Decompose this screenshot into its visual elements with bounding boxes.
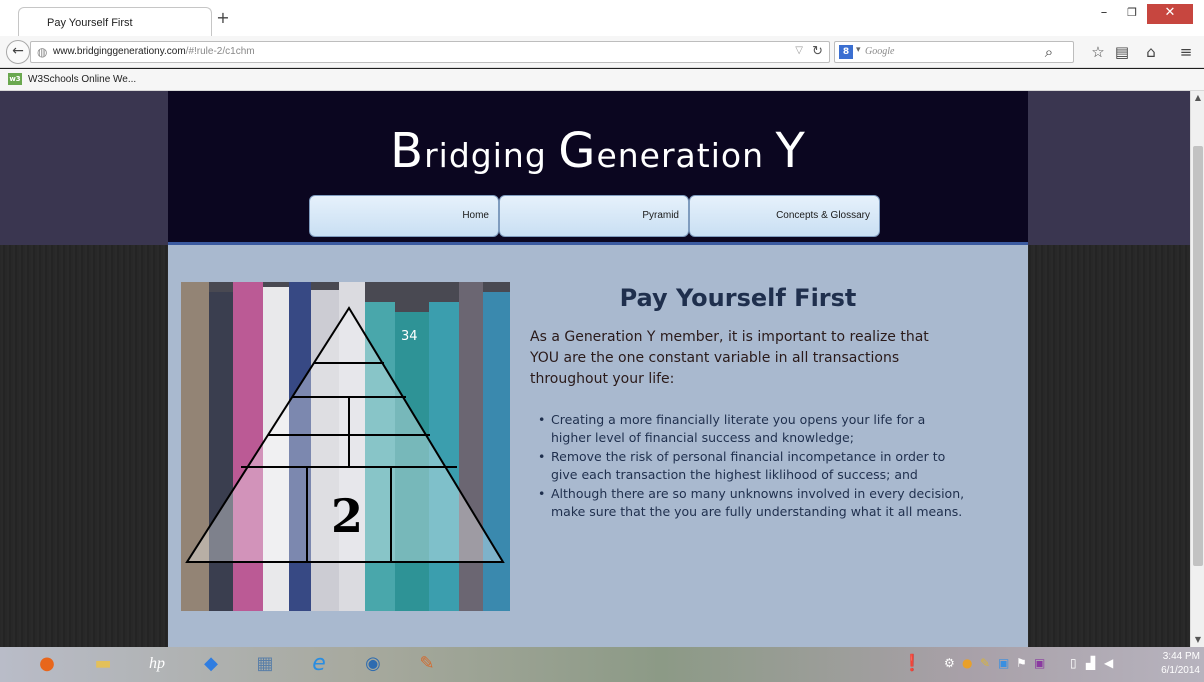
search-engine-icon[interactable]: 8 (839, 45, 853, 59)
page-title: Pay Yourself First (619, 284, 857, 312)
nav-pyramid-button[interactable]: Pyramid (499, 195, 689, 237)
site-title: Bridging Generation Y (198, 123, 998, 179)
firefox-icon[interactable]: ● (32, 649, 62, 679)
title-part-1: ridging (424, 136, 559, 175)
rocket-icon[interactable]: ◆ (196, 649, 226, 679)
navigation-toolbar: ← ◍ www.bridginggenerationy.com/#!rule-2… (0, 36, 1204, 68)
bookmark-w3schools[interactable]: W3Schools Online We... (28, 74, 136, 85)
url-text: www.bridginggenerationy.com/#!rule-2/c1c… (53, 46, 255, 57)
scroll-down-icon[interactable]: ▼ (1191, 633, 1204, 647)
pyramid-level-number: 2 (331, 489, 363, 543)
list-item: Remove the risk of personal financial in… (538, 448, 968, 484)
title-letter-y: Y (775, 123, 806, 179)
nav-concepts-glossary-button[interactable]: Concepts & Glossary (689, 195, 880, 237)
book-spine-number: 34 (401, 329, 418, 344)
w3schools-favicon-icon: w3 (8, 73, 22, 85)
signal-icon[interactable]: ▟ (1086, 656, 1095, 670)
main-content: 34 2 Pay Yourself First As a Generation … (168, 245, 1028, 647)
pyramid-books-image: 34 2 (181, 282, 510, 611)
active-tab[interactable]: Pay Yourself First (18, 7, 212, 36)
new-tab-button[interactable]: + (214, 10, 232, 26)
url-path: /#!rule-2/c1chm (185, 46, 255, 57)
home-icon[interactable]: ⌂ (1141, 43, 1161, 61)
hp-icon[interactable]: hp (142, 649, 172, 679)
nav-home-button[interactable]: Home (309, 195, 499, 237)
tray-tools-icon[interactable]: ⚙ (944, 656, 955, 670)
url-bar[interactable]: ◍ www.bridginggenerationy.com/#!rule-2/c… (30, 41, 830, 63)
file-explorer-icon[interactable]: ▬ (88, 649, 118, 679)
search-placeholder: Google (865, 46, 895, 57)
back-arrow-icon[interactable]: ← (6, 40, 30, 64)
reload-icon[interactable]: ↻ (812, 44, 823, 59)
site-identity-icon[interactable]: ◍ (37, 45, 47, 59)
internet-explorer-icon[interactable]: e (304, 649, 334, 679)
title-letter-b: B (390, 123, 425, 179)
reading-list-icon[interactable]: ▤ (1112, 43, 1132, 61)
alert-icon[interactable]: ❗ (902, 653, 922, 672)
paint-icon[interactable]: ✎ (412, 649, 442, 679)
url-domain: www.bridginggenerationy.com (53, 46, 186, 57)
network-globe-icon[interactable]: ◉ (358, 649, 388, 679)
intro-paragraph: As a Generation Y member, it is importan… (530, 329, 929, 387)
tray-app-icon[interactable]: ● (962, 656, 972, 670)
tray-grid-icon[interactable]: ▣ (998, 656, 1009, 670)
scroll-up-icon[interactable]: ▲ (1191, 91, 1204, 105)
battery-icon[interactable]: ▯ (1070, 656, 1077, 670)
tab-bar: Pay Yourself First + – ❐ ✕ (0, 0, 1204, 36)
bookmarks-toolbar: w3 W3Schools Online We... (0, 69, 1204, 91)
tray-flag-icon[interactable]: ⚑ (1016, 656, 1027, 670)
clock-time[interactable]: 3:44 PM (1150, 651, 1200, 662)
list-item: Creating a more financially literate you… (538, 411, 968, 447)
tab-title: Pay Yourself First (47, 17, 133, 29)
search-engine-dropdown-icon[interactable]: ▾ (856, 45, 861, 55)
menu-icon[interactable]: ≡ (1176, 43, 1196, 61)
vertical-scrollbar[interactable]: ▲ ▼ (1190, 91, 1204, 647)
close-window-icon[interactable]: ✕ (1147, 4, 1193, 24)
scrollbar-thumb[interactable] (1193, 146, 1203, 566)
onenote-icon[interactable]: ▣ (1034, 656, 1045, 670)
clock-date[interactable]: 6/1/2014 (1150, 665, 1200, 676)
history-dropdown-icon[interactable]: ▽ (795, 45, 803, 56)
title-letter-g: G (558, 123, 597, 179)
windows-taskbar: ● ▬ hp ◆ ▦ e ◉ ✎ ❗ ⚙ ● ✎ ▣ ⚑ ▣ ▯ ▟ ◀ 3:4… (0, 647, 1204, 682)
title-part-2: eneration (596, 136, 776, 175)
site-header: Bridging Generation Y Home Pyramid Conce… (168, 91, 1028, 245)
bookmark-star-icon[interactable]: ☆ (1088, 43, 1108, 61)
restore-window-icon[interactable]: ❐ (1120, 4, 1144, 24)
tray-pencil-icon[interactable]: ✎ (980, 656, 990, 670)
minimize-icon[interactable]: – (1093, 4, 1115, 24)
calculator-icon[interactable]: ▦ (250, 649, 280, 679)
search-bar[interactable]: 8 ▾ Google (834, 41, 1074, 63)
search-magnifier-icon[interactable]: ⌕ (1039, 43, 1059, 61)
bullet-list: Creating a more financially literate you… (538, 411, 968, 522)
list-item: Although there are so many unknowns invo… (538, 485, 968, 521)
volume-icon[interactable]: ◀ (1104, 656, 1113, 670)
page-viewport: Bridging Generation Y Home Pyramid Conce… (0, 91, 1190, 647)
